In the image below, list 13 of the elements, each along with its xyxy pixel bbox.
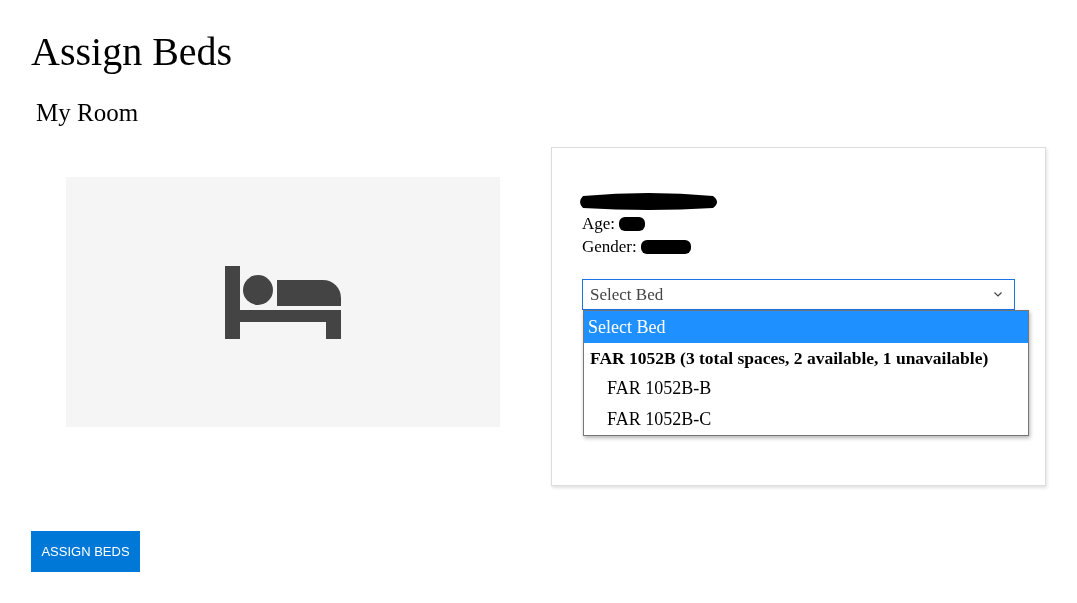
section-title: My Room [36,98,140,128]
gender-label: Gender: [582,236,637,258]
dropdown-option[interactable]: FAR 1052B-C [584,404,1028,435]
bed-select[interactable]: Select Bed [582,279,1015,310]
assign-beds-button[interactable]: ASSIGN BEDS [31,531,140,572]
option-group-label: FAR 1052B (3 total spaces, 2 available, 1 unavailable) [589,347,990,370]
chevron-down-icon [994,292,1002,297]
age-label: Age: [582,213,616,235]
page-title: Assign Beds [31,28,234,76]
bed-icon [225,265,341,339]
redaction-mark [640,239,691,254]
dropdown-option[interactable]: FAR 1052B-B [584,373,1028,404]
redaction-mark [619,216,646,231]
